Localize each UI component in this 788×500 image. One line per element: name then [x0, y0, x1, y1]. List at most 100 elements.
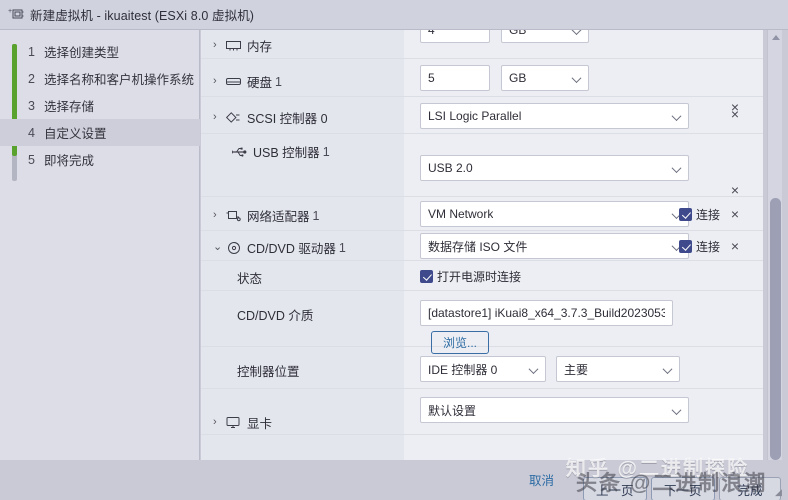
cd-dvd-type-select[interactable]: 数据存储 ISO 文件 — [420, 233, 689, 259]
step-number: 5 — [28, 152, 35, 167]
video-card-select[interactable]: 默认设置 — [420, 397, 689, 423]
cancel-button[interactable]: 取消 — [529, 470, 554, 489]
hard-disk-label: 硬盘 — [247, 76, 273, 90]
scsi-icon — [225, 111, 242, 125]
video-card-label-group[interactable]: › 显卡 — [213, 413, 272, 432]
sidebar-step-5[interactable]: 5 即将完成 — [0, 146, 200, 173]
cd-dvd-media-label: CD/DVD 介质 — [237, 309, 314, 323]
sidebar-step-1[interactable]: 1 选择创建类型 — [0, 38, 200, 65]
scroll-up-arrow[interactable] — [768, 30, 783, 45]
power-on-connect-checkbox[interactable]: 打开电源时连接 — [420, 268, 521, 285]
window-title: 新建虚拟机 - ikuaitest (ESXi 8.0 虚拟机) — [30, 9, 255, 23]
controller-position-select[interactable]: 主要 — [556, 356, 680, 382]
row-memory: › 内存 4 GB — [201, 30, 763, 59]
memory-unit-select[interactable]: GB — [501, 30, 589, 43]
usb-label: USB 控制器 — [253, 146, 320, 160]
row-scsi-controller: › SCSI 控制器 0 LSI Logic Parallel × — [201, 97, 763, 134]
controller-select[interactable]: IDE 控制器 0 — [420, 356, 546, 382]
video-card-label: 显卡 — [247, 417, 273, 431]
row-controller-location: 控制器位置 IDE 控制器 0 主要 — [201, 347, 763, 389]
remove-scsi-controller-button[interactable]: × — [727, 106, 743, 122]
usb-version-select[interactable]: USB 2.0 — [420, 155, 689, 181]
display-icon — [225, 416, 242, 430]
usb-label-group[interactable]: USB 控制器 1 — [231, 142, 330, 161]
wizard-steps-sidebar: 1 选择创建类型 2 选择名称和客户机操作系统 3 选择存储 4 自定义设置 5… — [0, 30, 200, 460]
controller-location-label: 控制器位置 — [237, 365, 300, 379]
cd-dvd-connect-label: 连接 — [696, 240, 721, 254]
memory-label-group[interactable]: › 内存 — [213, 36, 272, 55]
checkbox-checked-icon — [420, 270, 433, 283]
step-label: 即将完成 — [44, 154, 95, 168]
cd-dvd-label: CD/DVD 驱动器 — [247, 242, 336, 256]
vertical-scrollbar[interactable] — [767, 30, 782, 488]
checkbox-checked-icon — [679, 240, 692, 253]
step-label: 选择创建类型 — [44, 46, 120, 60]
status-label: 状态 — [237, 272, 263, 286]
usb-index: 1 — [322, 144, 330, 159]
power-on-connect-label: 打开电源时连接 — [437, 270, 522, 284]
hard-disk-index: 1 — [275, 74, 282, 89]
video-card-value: 默认设置 — [428, 403, 477, 418]
row-usb-controller: USB 控制器 1 USB 2.0 × — [201, 134, 763, 198]
steps-list: 1 选择创建类型 2 选择名称和客户机操作系统 3 选择存储 4 自定义设置 5… — [0, 38, 200, 173]
chevron-right-icon[interactable]: › — [213, 112, 225, 123]
chevron-down-icon[interactable]: ⌄ — [213, 242, 225, 253]
row-hard-disk: › 硬盘 1 5 GB × — [201, 59, 763, 115]
network-connect-label: 连接 — [696, 208, 721, 222]
network-index: 1 — [312, 208, 320, 223]
checkbox-checked-icon — [679, 208, 692, 221]
memory-value: 4 — [428, 30, 435, 37]
next-button[interactable]: 下一页 — [651, 477, 715, 500]
finish-button[interactable]: 完成 — [719, 477, 781, 500]
sidebar-step-4[interactable]: 4 自定义设置 — [0, 119, 200, 146]
row-cd-dvd-media: CD/DVD 介质 [datastore1] iKuai8_x64_3.7.3_… — [201, 291, 763, 354]
cd-dvd-label-group[interactable]: ⌄ CD/DVD 驱动器 1 — [213, 238, 346, 257]
scsi-label: SCSI 控制器 0 — [247, 112, 328, 126]
memory-unit: GB — [509, 30, 527, 37]
step-label: 选择存储 — [44, 100, 95, 114]
network-select[interactable]: VM Network — [420, 201, 689, 227]
remove-network-adapter-button[interactable]: × — [727, 206, 743, 222]
cd-dvd-index: 1 — [338, 240, 346, 255]
step-label: 选择名称和客户机操作系统 — [44, 73, 195, 87]
hard-disk-size-input[interactable]: 5 — [420, 65, 490, 91]
row-network-adapter: › 网络适配器 1 VM Network 连接 × — [201, 197, 763, 231]
vm-window-icon: + — [6, 6, 26, 24]
row-cd-dvd-status: 状态 打开电源时连接 — [201, 261, 763, 291]
chevron-right-icon[interactable]: › — [213, 417, 225, 428]
network-connect-checkbox[interactable]: 连接 — [679, 206, 720, 223]
step-label: 自定义设置 — [44, 127, 107, 141]
remove-cd-dvd-button[interactable]: × — [727, 238, 743, 254]
remove-usb-controller-button[interactable]: × — [727, 182, 743, 198]
sidebar-step-2[interactable]: 2 选择名称和客户机操作系统 — [0, 65, 200, 92]
memory-value-input[interactable]: 4 — [420, 30, 490, 43]
usb-icon — [231, 145, 248, 159]
cd-dvd-type-value: 数据存储 ISO 文件 — [428, 239, 528, 254]
vm-wizard-window: + 新建虚拟机 - ikuaitest (ESXi 8.0 虚拟机) 1 选择创… — [0, 0, 788, 500]
sidebar-step-3[interactable]: 3 选择存储 — [0, 92, 200, 119]
hard-disk-size: 5 — [428, 71, 435, 85]
chevron-right-icon[interactable]: › — [213, 210, 225, 221]
hard-disk-unit: GB — [509, 71, 527, 85]
cd-icon — [225, 241, 242, 255]
previous-button[interactable]: 上一页 — [583, 477, 647, 500]
cd-dvd-media-path-input[interactable]: [datastore1] iKuai8_x64_3.7.3_Build20230… — [420, 300, 673, 326]
cd-dvd-connect-checkbox[interactable]: 连接 — [679, 238, 720, 255]
resize-grip-icon[interactable]: ◢ — [775, 487, 785, 497]
row-cd-dvd-drive: ⌄ CD/DVD 驱动器 1 数据存储 ISO 文件 连接 × — [201, 231, 763, 261]
scsi-label-group[interactable]: › SCSI 控制器 0 — [213, 108, 328, 127]
chevron-right-icon[interactable]: › — [213, 40, 225, 51]
network-icon — [225, 209, 242, 223]
row-video-card: › 显卡 默认设置 — [201, 389, 763, 435]
step-number: 3 — [28, 98, 35, 113]
chevron-right-icon[interactable]: › — [213, 76, 225, 87]
network-label-group[interactable]: › 网络适配器 1 — [213, 206, 319, 225]
scsi-type-value: LSI Logic Parallel — [428, 109, 522, 123]
scsi-type-select[interactable]: LSI Logic Parallel — [420, 103, 689, 129]
hard-disk-label-group[interactable]: › 硬盘 1 — [213, 72, 282, 91]
scrollbar-thumb[interactable] — [770, 198, 781, 460]
controller-position-value: 主要 — [564, 362, 589, 377]
step-number: 4 — [28, 125, 35, 140]
hard-disk-unit-select[interactable]: GB — [501, 65, 589, 91]
step-number: 2 — [28, 71, 35, 86]
